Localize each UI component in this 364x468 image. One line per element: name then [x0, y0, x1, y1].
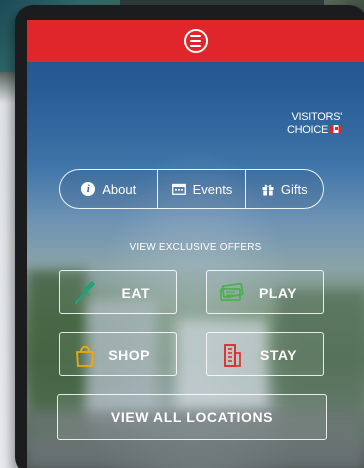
calendar-icon [171, 183, 186, 195]
eat-button[interactable]: EAT [59, 270, 177, 314]
play-button[interactable]: PLAY [206, 270, 324, 314]
top-bar [27, 20, 364, 62]
tickets-icon [220, 282, 244, 301]
nav-about-label: About [102, 181, 137, 197]
play-label: PLAY [258, 285, 297, 301]
nav-events-label: Events [192, 181, 233, 197]
view-all-locations-button[interactable]: VIEW ALL LOCATIONS [57, 394, 327, 440]
shop-label: SHOP [108, 347, 150, 363]
nav-events-button[interactable]: Events [157, 170, 245, 208]
logo-line-2: CHOICE [287, 124, 328, 136]
hamburger-menu-icon[interactable] [183, 29, 208, 53]
gift-icon [262, 184, 274, 196]
eat-label: EAT [121, 285, 150, 301]
shopping-bag-icon [76, 345, 94, 367]
stay-button[interactable]: STAY [206, 332, 324, 376]
logo-line-1: VISITORS' [291, 111, 342, 123]
offers-heading: VIEW EXCLUSIVE OFFERS [129, 242, 262, 253]
nav-gifts-label: Gifts [280, 181, 308, 197]
info-icon: i [81, 182, 96, 196]
canada-flag-icon [330, 125, 342, 133]
nav-about-button[interactable]: i About [60, 170, 157, 208]
hotel-building-icon [224, 344, 241, 367]
info-nav: i About Events Gifts [59, 169, 324, 209]
stay-label: STAY [259, 347, 297, 363]
shop-button[interactable]: SHOP [59, 332, 177, 376]
visitors-choice-logo[interactable]: VISITORS' CHOICE [287, 112, 342, 136]
app-screen: VISITORS' CHOICE i About Events Gifts VI… [27, 20, 364, 468]
fork-icon [74, 281, 95, 305]
nav-gifts-button[interactable]: Gifts [245, 170, 323, 208]
